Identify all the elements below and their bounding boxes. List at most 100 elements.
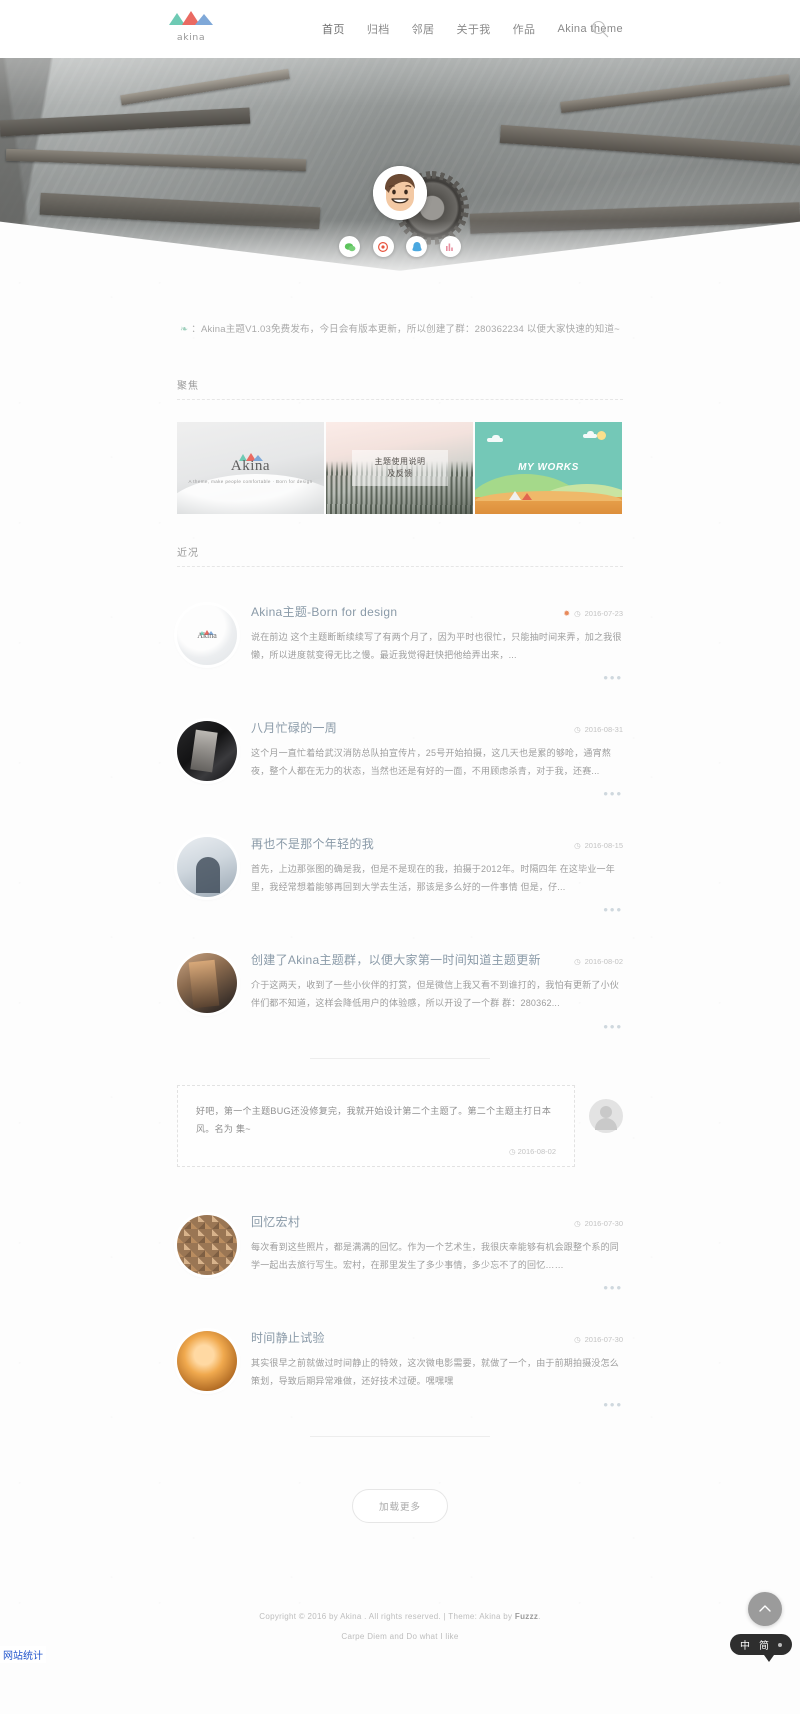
post-more-button[interactable]: ••• [251, 670, 623, 685]
post-date: 2016-08-15 [585, 841, 623, 850]
browser-status-bar: 网站统计 [0, 1646, 46, 1663]
back-to-top-button[interactable] [748, 1592, 782, 1626]
post-date: 2016-08-02 [585, 957, 623, 966]
post-item: 八月忙碌的一周 ◷ 2016-08-31 这个月一直忙着给武汉消防总队拍宣传片，… [177, 695, 623, 811]
post-header: 回忆宏村 ◷ 2016-07-30 [251, 1213, 623, 1230]
wechat-icon[interactable] [339, 236, 360, 257]
nav-item-archive[interactable]: 归档 [365, 17, 392, 41]
akina-peaks-icon [168, 11, 214, 32]
post-more-button[interactable]: ••• [251, 1397, 623, 1412]
post-title[interactable]: 回忆宏村 [251, 1213, 574, 1230]
post-thumbnail[interactable]: Akina [177, 605, 237, 665]
clock-icon: ◷ [574, 1335, 581, 1344]
post-title[interactable]: 再也不是那个年轻的我 [251, 835, 574, 852]
weibo-icon[interactable] [373, 236, 394, 257]
cloud-icon [487, 438, 503, 442]
quote-meta: ◷ 2016-08-02 [196, 1147, 556, 1156]
ime-mode-label[interactable]: 简 [759, 1637, 769, 1652]
ime-menu-icon[interactable] [778, 1643, 782, 1647]
post-date: 2016-07-30 [585, 1335, 623, 1344]
post-item: 回忆宏村 ◷ 2016-07-30 每次看到这些照片，都是满满的回忆。作为一个艺… [177, 1177, 623, 1305]
focus-section: 聚焦 Akina A theme, make people comfortabl… [177, 377, 623, 514]
nav-item-about[interactable]: 关于我 [454, 17, 492, 41]
hero-banner [0, 58, 800, 278]
clock-icon: ◷ [574, 957, 581, 966]
load-more-button[interactable]: 加载更多 [352, 1489, 448, 1523]
focus-card-title: Akina [177, 458, 324, 475]
post-title[interactable]: 创建了Akina主题群，以便大家第一时间知道主题更新 [251, 951, 574, 968]
post-excerpt: 其实很早之前就做过时间静止的特效，这次微电影需要，就做了一个，由于前期拍摄没怎么… [251, 1355, 623, 1390]
focus-card-line1: 主题使用说明 [375, 457, 426, 466]
recent-heading: 近况 [177, 544, 623, 567]
focus-card-akina[interactable]: Akina A theme, make people comfortable ·… [177, 422, 324, 514]
post-body: 时间静止试验 ◷ 2016-07-30 其实很早之前就做过时间静止的特效，这次微… [251, 1327, 623, 1411]
post-thumbnail-label: Akina [177, 631, 237, 640]
footer-copyright-suffix: . [538, 1612, 541, 1621]
music-icon[interactable] [440, 236, 461, 257]
ime-pointer [764, 1655, 774, 1662]
nav-item-works[interactable]: 作品 [511, 17, 538, 41]
clock-icon: ◷ [574, 841, 581, 850]
post-more-button[interactable]: ••• [251, 1019, 623, 1034]
load-more-container: 加载更多 [177, 1437, 623, 1523]
post-title[interactable]: 时间静止试验 [251, 1329, 574, 1346]
clock-icon: ◷ [509, 1147, 516, 1156]
footer-slogan: Carpe Diem and Do what I like [0, 1627, 800, 1648]
post-header: Akina主题-Born for design ✹ ◷ 2016-07-23 [251, 603, 623, 620]
avatar-face-icon [373, 166, 427, 220]
post-date: 2016-07-30 [585, 1219, 623, 1228]
post-thumbnail[interactable] [177, 1331, 237, 1391]
nav-item-links[interactable]: 邻居 [410, 17, 437, 41]
post-excerpt: 说在前边 这个主题断断续续写了有两个月了，因为平时也很忙，只能抽时间来弄，加之我… [251, 629, 623, 664]
ground-decoration [475, 497, 622, 514]
site-footer: Copyright © 2016 by Akina . All rights r… [0, 1523, 800, 1675]
post-thumbnail[interactable] [177, 837, 237, 897]
focus-card-works[interactable]: MY WORKS [475, 422, 622, 514]
focus-heading: 聚焦 [177, 377, 623, 400]
avatar[interactable] [589, 1099, 623, 1133]
post-body: Akina主题-Born for design ✹ ◷ 2016-07-23 说… [251, 601, 623, 685]
clock-icon: ◷ [574, 1219, 581, 1228]
focus-card-usage[interactable]: 主题使用说明 及反馈 [326, 422, 473, 514]
post-more-button[interactable]: ••• [251, 786, 623, 801]
page-content: ❧：Akina主题V1.03免费发布，今日会有版本更新，所以创建了群：28036… [0, 278, 800, 1714]
post-item: 时间静止试验 ◷ 2016-07-30 其实很早之前就做过时间静止的特效，这次微… [177, 1305, 623, 1421]
focus-card-line2: 及反馈 [387, 469, 413, 478]
logo-wordmark: akina [167, 33, 215, 43]
post-meta: ◷ 2016-08-02 [574, 957, 623, 966]
post-thumbnail[interactable] [177, 1215, 237, 1275]
footer-author-link[interactable]: Fuzzz [515, 1612, 538, 1621]
recent-section: 近况 Akina Akina主题-Born for design ✹ ◷ [177, 544, 623, 1522]
search-icon[interactable] [591, 20, 609, 38]
post-list: Akina Akina主题-Born for design ✹ ◷ 2016-0… [177, 579, 623, 1436]
post-title[interactable]: 八月忙碌的一周 [251, 719, 574, 736]
leaf-icon: ❧ [180, 324, 188, 335]
post-excerpt: 介于这两天，收到了一些小伙伴的打赏，但是微信上我又看不到谁打的，我怕有更新了小伙… [251, 977, 623, 1012]
hot-icon: ✹ [563, 609, 570, 618]
post-thumbnail[interactable] [177, 953, 237, 1013]
focus-card-label: 主题使用说明 及反馈 [352, 450, 448, 486]
post-item: Akina Akina主题-Born for design ✹ ◷ 2016-0… [177, 579, 623, 695]
ime-toolbar[interactable]: 中 简 [730, 1634, 792, 1655]
announcement-text: ：Akina主题V1.03免费发布，今日会有版本更新，所以创建了群：280362… [191, 324, 620, 335]
site-logo[interactable]: akina [168, 11, 214, 43]
tent-icon [522, 493, 532, 500]
post-header: 创建了Akina主题群，以便大家第一时间知道主题更新 ◷ 2016-08-02 [251, 951, 623, 968]
post-more-button[interactable]: ••• [251, 1280, 623, 1295]
ime-language-label[interactable]: 中 [740, 1637, 750, 1652]
post-item: 再也不是那个年轻的我 ◷ 2016-08-15 首先，上边那张图的确是我，但是不… [177, 811, 623, 927]
post-thumbnail[interactable] [177, 721, 237, 781]
focus-cards: Akina A theme, make people comfortable ·… [177, 422, 623, 514]
post-body: 八月忙碌的一周 ◷ 2016-08-31 这个月一直忙着给武汉消防总队拍宣传片，… [251, 717, 623, 801]
post-title[interactable]: Akina主题-Born for design [251, 603, 563, 620]
quote-box: 好吧，第一个主题BUG还没修复完，我就开始设计第二个主题了。第二个主题主打日本风… [177, 1085, 575, 1168]
cloud-icon [583, 434, 597, 438]
announcement-bar: ❧：Akina主题V1.03免费发布，今日会有版本更新，所以创建了群：28036… [177, 278, 623, 359]
post-body: 再也不是那个年轻的我 ◷ 2016-08-15 首先，上边那张图的确是我，但是不… [251, 833, 623, 917]
nav-item-home[interactable]: 首页 [320, 17, 347, 41]
post-meta: ◷ 2016-08-31 [574, 725, 623, 734]
chevron-up-icon [757, 1601, 773, 1617]
qq-icon[interactable] [406, 236, 427, 257]
avatar[interactable] [373, 166, 427, 220]
post-more-button[interactable]: ••• [251, 902, 623, 917]
